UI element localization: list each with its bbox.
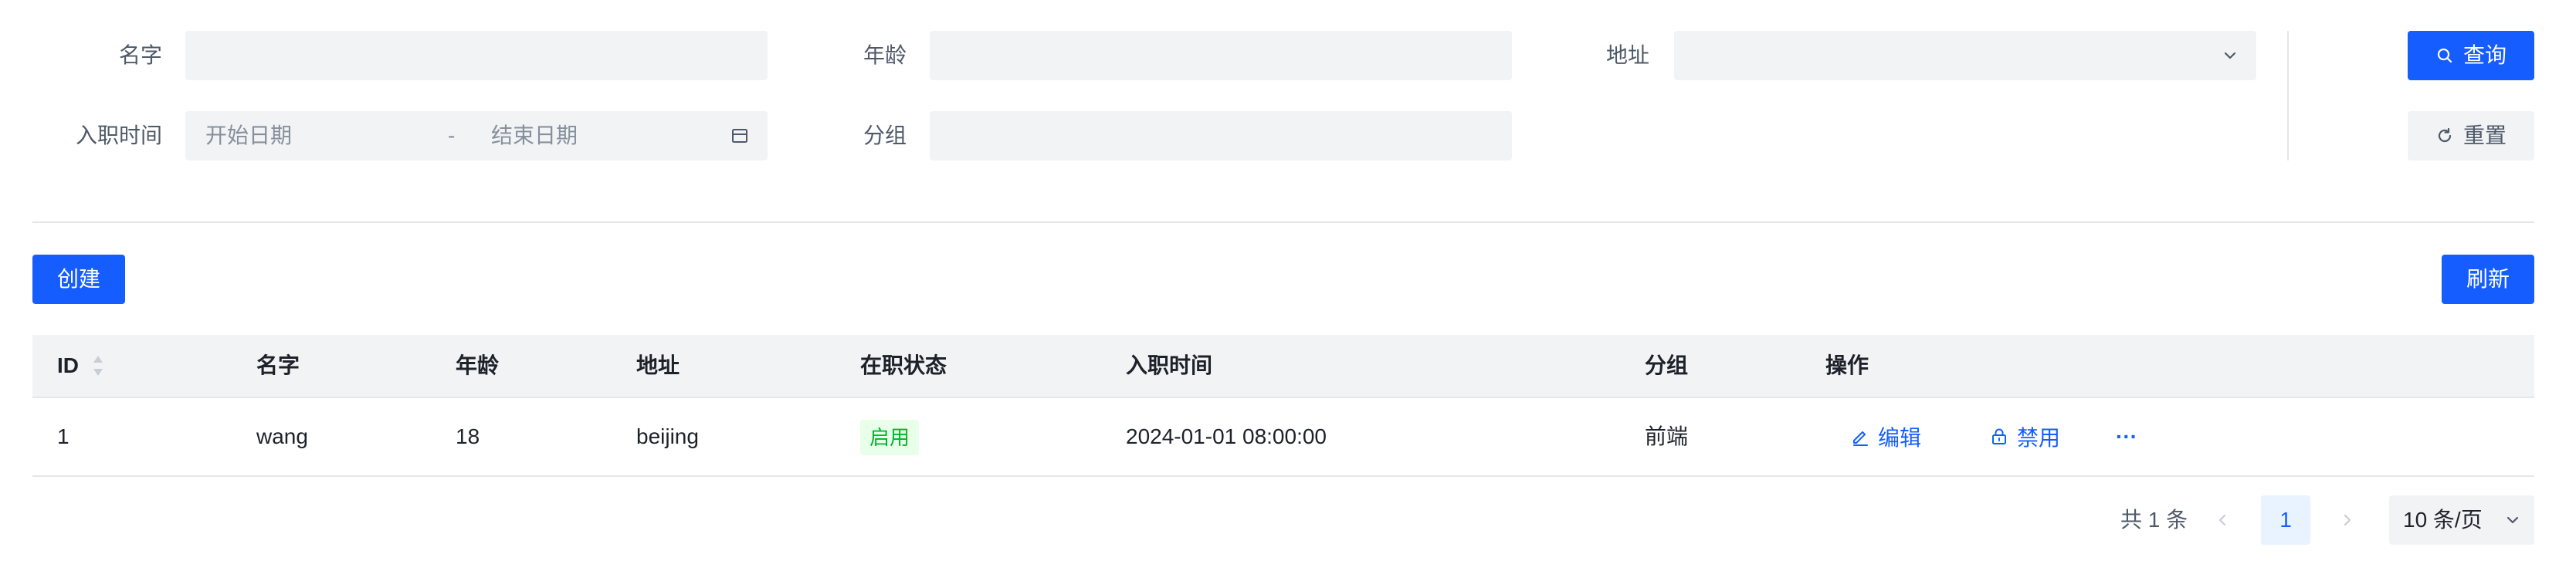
section-divider [32,221,2534,223]
column-header-status: 在职状态 [860,353,947,377]
column-header-actions: 操作 [1825,353,1869,377]
column-header-address: 地址 [636,353,680,377]
edit-label: 编辑 [1878,426,1922,450]
age-label: 年龄 [863,43,907,67]
cell-address: beijing [636,424,699,448]
chevron-down-icon [2222,48,2238,63]
pagination-total: 共 1 条 [2120,508,2188,532]
sort-icon[interactable] [91,353,105,378]
address-label: 地址 [1605,43,1649,67]
lock-icon [1989,427,2009,447]
end-date-input[interactable]: 结束日期 [491,111,578,160]
create-button[interactable]: 创建 [32,255,125,304]
column-header-hire-time: 入职时间 [1126,353,1213,377]
page-size-select[interactable]: 10 条/页 [2389,495,2534,545]
column-header-id[interactable]: ID [57,335,79,397]
disable-button[interactable]: 禁用 [1989,421,2060,452]
page-1-button[interactable]: 1 [2261,495,2310,545]
age-input[interactable] [930,31,1512,80]
chevron-down-icon [2505,512,2520,528]
name-input[interactable] [185,31,768,80]
cell-group: 前端 [1645,424,1689,448]
cell-hire-time: 2024-01-01 08:00:00 [1126,424,1327,448]
search-icon [2435,46,2454,65]
more-actions-button[interactable]: ··· [2116,421,2137,452]
calendar-icon [730,127,749,145]
query-button[interactable]: 查询 [2408,31,2534,80]
form-divider [2287,31,2289,160]
hire-time-label: 入职时间 [75,123,162,147]
date-separator: - [448,123,456,147]
table-header [32,335,2534,398]
refresh-button[interactable]: 刷新 [2442,255,2534,304]
address-select[interactable] [1674,31,2256,80]
reset-button-label: 重置 [2462,123,2507,147]
group-input[interactable] [930,111,1512,160]
group-label: 分组 [863,123,907,147]
edit-icon [1850,427,1870,447]
prev-page-icon[interactable] [2215,512,2230,528]
refresh-icon [2435,127,2454,145]
column-header-group: 分组 [1645,353,1689,377]
disable-label: 禁用 [2017,426,2061,450]
next-page-icon[interactable] [2340,512,2355,528]
edit-button[interactable]: 编辑 [1850,421,1921,452]
column-header-age: 年龄 [456,353,500,377]
start-date-input[interactable]: 开始日期 [205,111,292,160]
column-header-id-label: ID [57,353,79,377]
cell-age: 18 [456,424,480,448]
name-label: 名字 [118,43,162,67]
page-size-label: 10 条/页 [2403,508,2483,532]
reset-button[interactable]: 重置 [2408,111,2534,160]
cell-name: wang [256,424,308,448]
cell-id: 1 [57,424,69,448]
query-button-label: 查询 [2462,43,2507,67]
status-badge: 启用 [860,420,920,455]
column-header-name: 名字 [256,353,300,377]
page: 名字 年龄 地址 入职时间 开始日期 - 结束日期 分组 查询 重置 创建 刷新 [0,0,2576,571]
hire-time-range-picker[interactable]: 开始日期 - 结束日期 [185,111,768,160]
